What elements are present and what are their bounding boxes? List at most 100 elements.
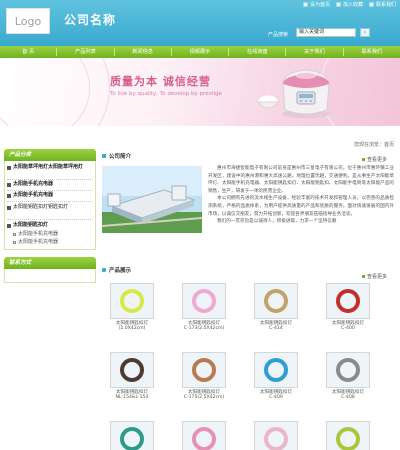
search-button[interactable]: ›: [360, 28, 370, 37]
product-card[interactable]: [102, 421, 162, 450]
subcategory-item[interactable]: 太阳能手机充电器: [13, 239, 95, 246]
banner-swirl: [0, 58, 90, 126]
set-homepage-link[interactable]: 设为首页: [302, 1, 330, 8]
square-bullet-icon: [7, 223, 11, 228]
product-card[interactable]: 太阳能钥匙扣灯 C-175(2.5X42cm): [174, 352, 234, 401]
mail-icon: [368, 2, 374, 7]
product-band-image: [264, 427, 288, 450]
subcategory-label: 太阳能手机充电器: [18, 231, 59, 237]
product-model: C-175(2.5X42cm): [183, 395, 225, 401]
more-bullet-icon: [362, 158, 365, 161]
product-model: C-414: [269, 326, 283, 332]
products-more-link[interactable]: 查看更多: [362, 273, 387, 280]
product-image[interactable]: [326, 283, 370, 319]
contact-us-label: 联系我们: [375, 2, 396, 8]
set-homepage-label: 设为首页: [309, 2, 330, 8]
about-more-label: 查看更多: [367, 157, 388, 163]
intro-paragraph: 惠州市海捷智能电子有限公司前身是惠州市三星电子有限公司，位于惠州市惠环镇工业开发…: [208, 166, 394, 194]
product-image[interactable]: [326, 421, 370, 450]
rice-cooker-image: [282, 69, 330, 118]
product-card[interactable]: 太阳能钥匙扣灯 C-173(2.5X42cm): [174, 283, 234, 332]
product-model: C-400: [341, 326, 355, 332]
category-item[interactable]: 太阳能草坪用灯太阳能草坪用灯: [7, 164, 95, 171]
product-image[interactable]: [254, 352, 298, 388]
search-input[interactable]: 输入关键词: [296, 28, 356, 37]
product-card[interactable]: [174, 421, 234, 450]
category-item[interactable]: 太阳能手机充电器: [7, 192, 95, 199]
product-image[interactable]: [182, 352, 226, 388]
breadcrumb: 您现在浏览：首页: [353, 142, 394, 148]
category-header: 产品分类: [4, 149, 96, 161]
nav-about[interactable]: 关于我们: [286, 46, 342, 58]
add-favorite-label: 加入收藏: [342, 2, 363, 8]
subcategory-item[interactable]: 太阳能手机充电器: [13, 231, 95, 238]
category-label: 太阳能钥匙扣灯: [13, 222, 49, 228]
product-image[interactable]: [254, 283, 298, 319]
add-favorite-link[interactable]: 加入收藏: [335, 1, 363, 8]
nav-contact[interactable]: 联系我们: [344, 46, 400, 58]
product-band-image: [336, 358, 360, 382]
star-icon: [335, 2, 341, 7]
subcategory-label: 太阳能手机充电器: [18, 239, 59, 245]
contact-header: 联系方式: [4, 257, 96, 269]
product-image[interactable]: [110, 352, 154, 388]
product-image[interactable]: [182, 421, 226, 450]
product-card[interactable]: 太阳能钥匙扣灯 (2.0X42cm): [102, 283, 162, 332]
nav-home[interactable]: 首 页: [0, 46, 56, 58]
about-section-title: 公司简介: [102, 152, 131, 160]
banner-slogan: 质量为本 诚信经营: [110, 75, 211, 88]
section-bullet-icon: [102, 268, 106, 272]
product-image[interactable]: [254, 421, 298, 450]
factory-photo: [102, 166, 202, 233]
product-model: (2.0X42cm): [118, 326, 146, 332]
product-card[interactable]: [246, 421, 306, 450]
about-more-link[interactable]: 查看更多: [362, 156, 387, 163]
intro-paragraph: 本公司拥有先进的流水线生产设备，经验丰富的技术开发和管理人员，以完善的品质检测系…: [208, 196, 394, 217]
divider: [7, 179, 93, 180]
category-label: 太阳能手机充电器: [13, 181, 54, 187]
nav-inquiry[interactable]: 在线询盘: [229, 46, 285, 58]
product-card[interactable]: 太阳能钥匙扣灯 C-408: [318, 352, 378, 401]
product-card[interactable]: 太阳能钥匙扣灯 NL-154&L-154: [102, 352, 162, 401]
category-item[interactable]: 太阳能钥匙扣灯: [7, 222, 95, 229]
home-icon: [302, 2, 308, 7]
square-bullet-icon: [7, 182, 11, 187]
section-bullet-icon: [102, 154, 106, 158]
product-band-image: [264, 289, 288, 313]
product-card[interactable]: 太阳能钥匙扣灯 C-414: [246, 283, 306, 332]
product-image[interactable]: [326, 352, 370, 388]
product-band-image: [120, 289, 144, 313]
contact-us-link[interactable]: 联系我们: [368, 1, 396, 8]
products-more-label: 查看更多: [367, 274, 388, 280]
category-item[interactable]: 太阳能手机充电器: [7, 181, 95, 188]
product-model: NL-154&L-154: [115, 395, 149, 401]
product-card[interactable]: [318, 421, 378, 450]
category-title: 产品分类: [9, 152, 32, 158]
product-band-image: [120, 358, 144, 382]
square-outline-icon: [13, 233, 16, 236]
company-name: 公司名称: [64, 13, 117, 27]
product-card[interactable]: 太阳能钥匙扣灯 C-400: [318, 283, 378, 332]
product-image[interactable]: [110, 421, 154, 450]
product-band-image: [120, 427, 144, 450]
nav-news[interactable]: 新闻信息: [115, 46, 171, 58]
category-panel: 太阳能草坪用灯太阳能草坪用灯 太阳能手机充电器 太阳能手机充电器 太阳能钥匙扣灯…: [4, 161, 96, 250]
product-band-image: [192, 289, 216, 313]
product-model: C-409: [269, 395, 283, 401]
product-card[interactable]: 太阳能钥匙扣灯 C-409: [246, 352, 306, 401]
product-band-image: [192, 358, 216, 382]
nav-video[interactable]: 视频展示: [172, 46, 228, 58]
more-bullet-icon: [362, 275, 365, 278]
product-image[interactable]: [182, 283, 226, 319]
square-bullet-icon: [7, 165, 11, 170]
nav-products[interactable]: 产品列表: [57, 46, 113, 58]
square-bullet-icon: [7, 205, 11, 210]
logo[interactable]: Logo: [6, 8, 50, 34]
category-item[interactable]: 太阳能钥匙扣灯钥匙扣灯: [7, 204, 95, 211]
product-image[interactable]: [110, 283, 154, 319]
product-band-image: [192, 427, 216, 450]
contact-panel: [4, 269, 96, 283]
category-label: 太阳能钥匙扣灯钥匙扣灯: [13, 204, 69, 210]
banner: 质量为本 诚信经营 To live by quality, To develop…: [0, 58, 400, 126]
intro-paragraph: 我们的一贯宗旨是以诚待人，积极进取，力求一个坚持信赖: [217, 219, 337, 225]
